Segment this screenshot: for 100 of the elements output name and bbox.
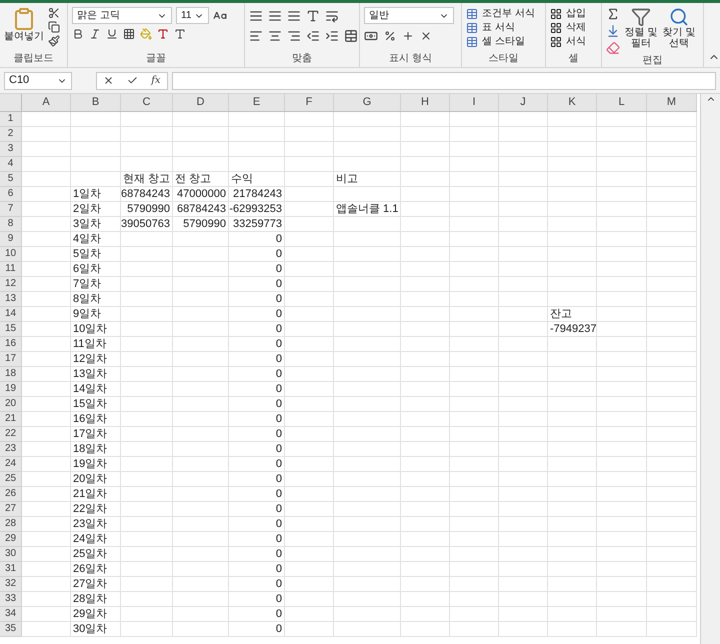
- row-header[interactable]: 13: [0, 292, 22, 307]
- row-header[interactable]: 5: [0, 172, 22, 187]
- column-header[interactable]: J: [499, 94, 548, 111]
- bold-icon[interactable]: [72, 28, 84, 40]
- row-header[interactable]: 2: [0, 127, 22, 142]
- row-header[interactable]: 12: [0, 277, 22, 292]
- cells-menu-button[interactable]: 서식: [550, 35, 586, 48]
- row-header[interactable]: 27: [0, 502, 22, 517]
- row-header[interactable]: 30: [0, 547, 22, 562]
- row-header[interactable]: 9: [0, 232, 22, 247]
- row-header[interactable]: 21: [0, 412, 22, 427]
- font-color-icon[interactable]: [157, 28, 169, 40]
- column-header[interactable]: L: [597, 94, 647, 111]
- style-menu-button[interactable]: 조건부 서식: [466, 7, 535, 20]
- number-format-field[interactable]: 일반: [364, 7, 454, 24]
- row-header[interactable]: 17: [0, 352, 22, 367]
- format-painter-icon[interactable]: [48, 35, 60, 47]
- column-header[interactable]: K: [548, 94, 597, 111]
- copy-icon[interactable]: [48, 21, 60, 33]
- currency-icon[interactable]: [364, 29, 378, 43]
- decimal-increase-icon[interactable]: [402, 30, 414, 42]
- row-header[interactable]: 24: [0, 457, 22, 472]
- row-header[interactable]: 29: [0, 532, 22, 547]
- align-middle-icon[interactable]: [268, 9, 282, 23]
- column-header[interactable]: A: [22, 94, 71, 111]
- cells-menu-button[interactable]: 삽입: [550, 7, 586, 20]
- underline-icon[interactable]: [106, 28, 118, 40]
- table-cell: [173, 232, 229, 247]
- cut-icon[interactable]: [48, 7, 60, 19]
- row-header[interactable]: 15: [0, 322, 22, 337]
- column-header[interactable]: M: [647, 94, 697, 111]
- italic-icon[interactable]: [89, 28, 101, 40]
- decimal-decrease-icon[interactable]: [420, 30, 432, 42]
- font-size-field[interactable]: 11: [176, 7, 209, 24]
- row-header[interactable]: 20: [0, 397, 22, 412]
- row-header[interactable]: 6: [0, 187, 22, 202]
- align-right-icon[interactable]: [287, 29, 301, 43]
- column-header[interactable]: B: [71, 94, 121, 111]
- column-header[interactable]: E: [229, 94, 285, 111]
- table-cell: [597, 532, 647, 547]
- indent-decrease-icon[interactable]: [306, 29, 320, 43]
- percent-icon[interactable]: [384, 30, 396, 42]
- editing-menu-button[interactable]: 정렬 및 필터: [624, 7, 658, 55]
- row-header[interactable]: 28: [0, 517, 22, 532]
- phonetic-icon[interactable]: [174, 28, 186, 40]
- table-cell: [22, 397, 71, 412]
- column-header[interactable]: D: [173, 94, 229, 111]
- fill-color-icon[interactable]: [140, 28, 152, 40]
- row-header[interactable]: 16: [0, 337, 22, 352]
- name-box[interactable]: C10: [4, 72, 72, 90]
- row-header[interactable]: 32: [0, 577, 22, 592]
- row-header[interactable]: 23: [0, 442, 22, 457]
- row-header[interactable]: 10: [0, 247, 22, 262]
- row-header[interactable]: 25: [0, 472, 22, 487]
- row-header[interactable]: 26: [0, 487, 22, 502]
- row-header[interactable]: 18: [0, 367, 22, 382]
- table-cell: 15일차: [71, 397, 121, 412]
- column-header[interactable]: G: [334, 94, 401, 111]
- row-header[interactable]: 7: [0, 202, 22, 217]
- table-cell: [499, 472, 548, 487]
- enter-icon[interactable]: [127, 75, 138, 86]
- align-top-icon[interactable]: [249, 9, 263, 23]
- column-header[interactable]: F: [285, 94, 334, 111]
- orientation-icon[interactable]: [306, 9, 320, 23]
- paste-button[interactable]: 붙여넣기: [4, 7, 44, 53]
- function-icon[interactable]: fx: [151, 73, 161, 88]
- row-header[interactable]: 1: [0, 112, 22, 127]
- indent-increase-icon[interactable]: [325, 29, 339, 43]
- row-header[interactable]: 8: [0, 217, 22, 232]
- row-header[interactable]: 4: [0, 157, 22, 172]
- editing-menu-button[interactable]: 찾기 및 선택: [662, 7, 696, 55]
- style-menu-button[interactable]: 표 서식: [466, 21, 535, 34]
- vertical-scrollbar[interactable]: [700, 94, 720, 644]
- borders-icon[interactable]: [123, 28, 135, 40]
- row-header[interactable]: 22: [0, 427, 22, 442]
- font-name-field[interactable]: 맑은 고딕: [72, 7, 172, 24]
- cells-menu-button[interactable]: 삭제: [550, 21, 586, 34]
- align-center-icon[interactable]: [268, 29, 282, 43]
- merge-icon[interactable]: [344, 29, 358, 43]
- table-cell: [548, 457, 597, 472]
- eraser-icon[interactable]: [606, 41, 620, 55]
- style-menu-button[interactable]: 셀 스타일: [466, 35, 535, 48]
- align-left-icon[interactable]: [249, 29, 263, 43]
- formula-input[interactable]: [172, 72, 716, 90]
- row-header[interactable]: 19: [0, 382, 22, 397]
- sum-icon[interactable]: [606, 7, 620, 21]
- row-header[interactable]: 33: [0, 592, 22, 607]
- cancel-icon[interactable]: [103, 75, 114, 86]
- row-header[interactable]: 3: [0, 142, 22, 157]
- column-header[interactable]: C: [121, 94, 173, 111]
- row-header[interactable]: 35: [0, 622, 22, 637]
- align-bottom-icon[interactable]: [287, 9, 301, 23]
- column-header[interactable]: H: [401, 94, 450, 111]
- row-header[interactable]: 31: [0, 562, 22, 577]
- row-header[interactable]: 34: [0, 607, 22, 622]
- wrap-text-icon[interactable]: [325, 9, 339, 23]
- row-header[interactable]: 14: [0, 307, 22, 322]
- column-header[interactable]: I: [450, 94, 499, 111]
- fill-down-icon[interactable]: [606, 24, 620, 38]
- row-header[interactable]: 11: [0, 262, 22, 277]
